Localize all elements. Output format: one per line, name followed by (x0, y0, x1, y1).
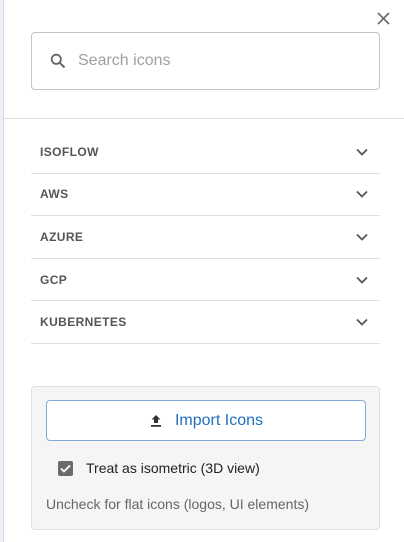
isometric-checkbox-label: Treat as isometric (3D view) (86, 460, 260, 476)
chevron-down-icon (355, 187, 369, 201)
category-isoflow[interactable]: ISOFLOW (31, 131, 380, 174)
isometric-checkbox-row[interactable]: Treat as isometric (3D view) (58, 460, 260, 476)
chevron-down-icon (355, 315, 369, 329)
category-kubernetes[interactable]: KUBERNETES (31, 301, 380, 344)
category-label: AZURE (40, 229, 84, 244)
category-label: AWS (40, 187, 69, 202)
chevron-down-icon (355, 145, 369, 159)
category-label: KUBERNETES (40, 315, 127, 330)
search-icon (49, 52, 67, 70)
category-label: ISOFLOW (40, 144, 99, 159)
import-helper-text: Uncheck for flat icons (logos, UI elemen… (46, 496, 309, 512)
import-panel: Import Icons Treat as isometric (3D view… (31, 386, 380, 530)
left-edge-divider (0, 0, 4, 542)
category-label: GCP (40, 272, 68, 287)
import-icons-button[interactable]: Import Icons (46, 400, 366, 441)
icon-category-list: ISOFLOW AWS AZURE GCP KUBERNETES (31, 131, 380, 344)
search-input[interactable] (76, 51, 360, 71)
search-field[interactable] (31, 32, 380, 90)
category-azure[interactable]: AZURE (31, 216, 380, 259)
import-button-label: Import Icons (174, 411, 264, 429)
chevron-down-icon (355, 230, 369, 244)
checkmark-icon (60, 464, 71, 473)
chevron-down-icon (355, 273, 369, 287)
category-aws[interactable]: AWS (31, 174, 380, 217)
close-icon (376, 11, 390, 25)
upload-icon (149, 414, 163, 428)
isometric-checkbox[interactable] (58, 460, 73, 476)
category-gcp[interactable]: GCP (31, 259, 380, 302)
section-divider (4, 118, 404, 119)
close-button[interactable] (373, 8, 393, 28)
